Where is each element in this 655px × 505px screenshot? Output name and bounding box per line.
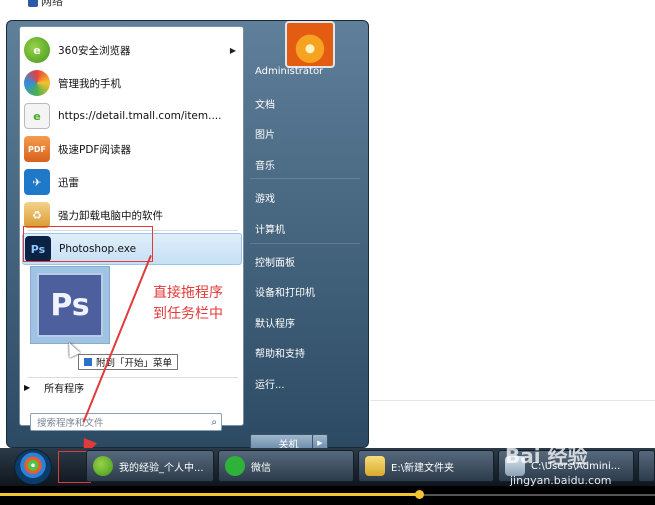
expand-arrow-icon: ▶ bbox=[24, 383, 31, 392]
folder-icon bbox=[365, 456, 385, 476]
right-separator bbox=[250, 243, 360, 244]
program-360-browser[interactable]: e 360安全浏览器 ▶ bbox=[22, 34, 242, 66]
ie-browser-icon: e bbox=[24, 37, 50, 63]
right-item-help-support[interactable]: 帮助和支持 bbox=[255, 345, 305, 360]
program-label: https://detail.tmall.com/item.... bbox=[58, 110, 222, 122]
all-programs-button[interactable]: ▶ 所有程序 bbox=[24, 380, 84, 395]
annotation-text: 直接拖程序 到任务栏中 bbox=[153, 283, 223, 325]
right-item-default-programs[interactable]: 默认程序 bbox=[255, 315, 295, 330]
taskbar-label: 微信 bbox=[251, 462, 271, 474]
annotation-line-2: 到任务栏中 bbox=[153, 306, 223, 322]
program-label: 管理我的手机 bbox=[58, 77, 121, 90]
program-phone-manager[interactable]: 管理我的手机 bbox=[22, 67, 242, 99]
pdf-reader-icon: PDF bbox=[24, 136, 50, 162]
taskbar-button-folder[interactable]: E:\新建文件夹 bbox=[358, 450, 494, 482]
program-tmall-link[interactable]: e https://detail.tmall.com/item.... bbox=[22, 100, 242, 132]
xunlei-icon: ✈ bbox=[24, 169, 50, 195]
program-label: 360安全浏览器 bbox=[58, 44, 131, 57]
program-label: 迅雷 bbox=[58, 176, 79, 189]
network-label: 网络 bbox=[41, 0, 63, 8]
right-item-run[interactable]: 运行... bbox=[255, 376, 285, 391]
right-item-administrator[interactable]: Administrator bbox=[255, 66, 323, 77]
right-item-music[interactable]: 音乐 bbox=[255, 157, 275, 172]
web-document-icon: e bbox=[24, 103, 50, 129]
taskbar-button-wechat[interactable]: 微信 bbox=[218, 450, 354, 482]
photoshop-large-icon: Ps bbox=[37, 273, 103, 337]
network-icon bbox=[28, 0, 38, 7]
program-xunlei[interactable]: ✈ 迅雷 bbox=[22, 166, 242, 198]
right-item-control-panel[interactable]: 控制面板 bbox=[255, 254, 295, 269]
highlight-photoshop-box bbox=[23, 226, 153, 262]
start-search-input[interactable]: 搜索程序和文件 ⌕ bbox=[30, 413, 222, 431]
all-programs-label: 所有程序 bbox=[44, 384, 85, 395]
desktop-divider bbox=[370, 400, 655, 401]
wechat-icon bbox=[225, 456, 245, 476]
right-item-devices-printers[interactable]: 设备和打印机 bbox=[255, 284, 315, 299]
baidu-jingyan-logo: Bai 经验 bbox=[505, 444, 588, 468]
taskbar-button-browser[interactable]: 我的经验_个人中... bbox=[86, 450, 214, 482]
pin-icon bbox=[84, 358, 92, 366]
start-orb-button[interactable] bbox=[14, 449, 52, 485]
uninstaller-icon: ♻ bbox=[24, 202, 50, 228]
taskbar-label: E:\新建文件夹 bbox=[391, 462, 455, 474]
network-shortcut[interactable]: 网络 bbox=[28, 0, 63, 9]
phone-manager-icon bbox=[24, 70, 50, 96]
user-picture[interactable] bbox=[285, 21, 335, 68]
right-item-pictures[interactable]: 图片 bbox=[255, 126, 275, 141]
program-label: 极速PDF阅读器 bbox=[58, 143, 131, 156]
right-item-computer[interactable]: 计算机 bbox=[255, 221, 285, 236]
program-pdf-reader[interactable]: PDF 极速PDF阅读器 bbox=[22, 133, 242, 165]
right-separator bbox=[250, 178, 360, 179]
taskbar-button-overflow[interactable] bbox=[638, 450, 655, 482]
right-item-documents[interactable]: 文档 bbox=[255, 96, 275, 111]
pin-tooltip: 附到「开始」菜单 bbox=[78, 354, 179, 370]
program-label: 强力卸载电脑中的软件 bbox=[58, 209, 163, 222]
ie-browser-icon bbox=[93, 456, 113, 476]
watermark-url: jingyan.baidu.com bbox=[510, 474, 612, 487]
search-icon: ⌕ bbox=[211, 416, 217, 428]
all-programs-separator bbox=[28, 377, 238, 378]
search-placeholder: 搜索程序和文件 bbox=[37, 418, 104, 429]
video-progress-fill bbox=[0, 493, 420, 496]
submenu-arrow-icon: ▶ bbox=[229, 45, 236, 55]
right-item-games[interactable]: 游戏 bbox=[255, 190, 275, 205]
annotation-line-1: 直接拖程序 bbox=[153, 285, 223, 301]
taskbar-label: 我的经验_个人中... bbox=[119, 462, 204, 474]
drag-preview: Ps bbox=[30, 266, 110, 344]
